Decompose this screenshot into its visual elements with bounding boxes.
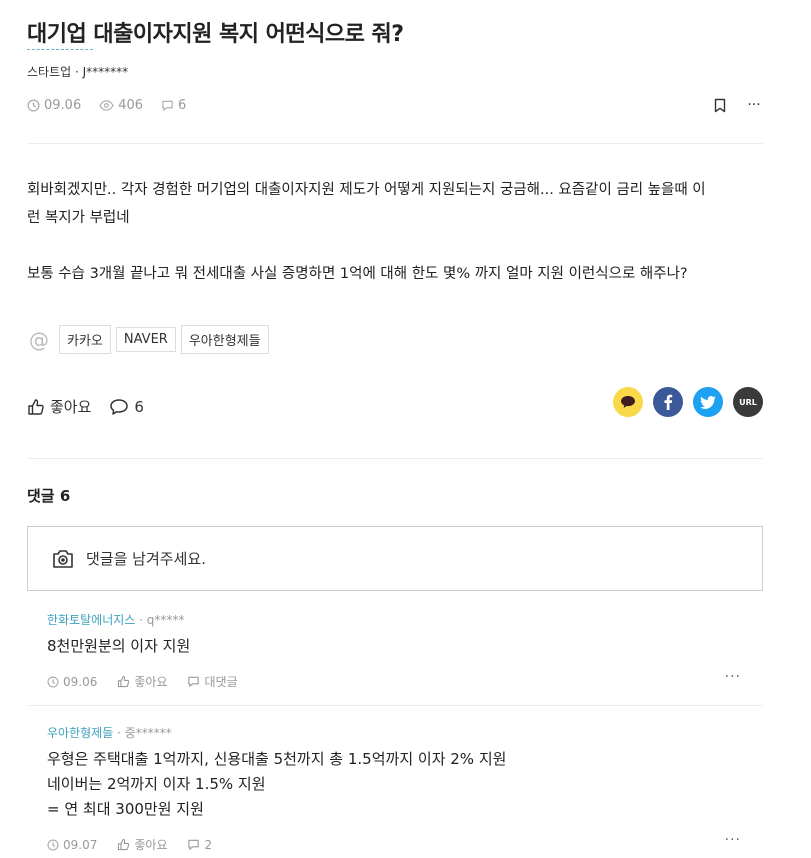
divider (27, 143, 763, 144)
comment-like-button[interactable]: 좋아요 (117, 673, 167, 690)
twitter-share-button[interactable] (693, 387, 723, 417)
post-date: 09.06 (27, 98, 81, 113)
comment-date: 09.06 (47, 675, 97, 689)
post-body-line: 회바회겠지만.. 각자 경험한 머기업의 대출이자지원 제도가 어떻게 지원되는… (27, 182, 706, 198)
clock-icon (47, 675, 59, 688)
facebook-share-button[interactable] (653, 387, 683, 417)
divider (27, 458, 763, 459)
comment-meta: 09.06 좋아요 대댓글 (47, 673, 763, 690)
comment-author[interactable]: 한화토탈에너지스 · q***** (47, 611, 763, 628)
like-button[interactable]: 좋아요 (27, 396, 91, 417)
comments-title: 댓글 6 (27, 487, 71, 505)
post-actions: 좋아요 6 (27, 396, 162, 417)
post-title: 대기업 대출이자지원 복지 어떤식으로 줘? (27, 22, 404, 47)
at-icon: @ (29, 327, 49, 352)
title-underline (27, 49, 93, 50)
url-label: URL (739, 397, 757, 407)
more-options-icon[interactable]: ··· (745, 96, 763, 114)
reply-button[interactable]: 2 (187, 838, 212, 852)
kakao-share-button[interactable] (613, 387, 643, 417)
post-author[interactable]: 스타트업 · J******* (27, 63, 128, 80)
comment-button[interactable]: 6 (109, 398, 144, 416)
reply-button[interactable]: 대댓글 (187, 673, 238, 690)
company-tag[interactable]: 우아한형제들 (180, 325, 269, 354)
comment-text: 우형은 주택대출 1억까지, 신용대출 5천까지 총 1.5억까지 이자 2% … (47, 750, 507, 818)
thumbs-up-icon (118, 838, 130, 851)
comment-like-button[interactable]: 좋아요 (117, 836, 167, 853)
post-body-line: 보통 수습 3개월 끝나고 뭐 전세대출 사실 증명하면 1억에 대해 한도 몇… (27, 266, 688, 282)
post-views: 406 (99, 98, 143, 113)
kakaotalk-icon (621, 396, 635, 408)
company-tags: @ 카카오 NAVER 우아한형제들 (27, 325, 274, 354)
comment-text: 8천만원분의 이자 지원 (47, 637, 191, 655)
comment-item: 우아한형제들 · 중****** 우형은 주택대출 1억까지, 신용대출 5천까… (47, 724, 763, 853)
comment-author[interactable]: 우아한형제들 · 중****** (47, 724, 763, 741)
facebook-icon (664, 394, 673, 410)
comment-more-icon[interactable]: ··· (725, 832, 741, 848)
comment-icon (188, 839, 200, 850)
comment-date: 09.07 (47, 838, 97, 852)
post-body-line: 런 복지가 부럽네 (27, 210, 130, 226)
post-body: 회바회겠지만.. 각자 경험한 머기업의 대출이자지원 제도가 어떻게 지원되는… (27, 176, 763, 288)
speech-bubble-icon (110, 398, 129, 415)
clock-icon (27, 99, 40, 111)
post-meta-actions: ··· (695, 96, 763, 114)
comment-icon (188, 676, 200, 687)
post-meta: 09.06 406 6 (27, 96, 204, 114)
camera-icon (53, 549, 73, 568)
post-comment-count: 6 (161, 98, 186, 113)
eye-icon (99, 99, 114, 111)
company-tag[interactable]: 카카오 (59, 325, 111, 354)
comment-item: 한화토탈에너지스 · q***** 8천만원분의 이자 지원 09.06 좋아요… (47, 611, 763, 690)
url-share-button[interactable]: URL (733, 387, 763, 417)
comment-input-placeholder: 댓글을 남겨주세요. (86, 550, 206, 568)
bookmark-icon[interactable] (711, 96, 729, 114)
clock-icon (47, 838, 59, 851)
share-buttons: URL (603, 387, 763, 417)
thumbs-up-icon (118, 675, 130, 688)
divider (27, 705, 763, 706)
company-tag[interactable]: NAVER (115, 327, 176, 352)
twitter-icon (700, 395, 716, 409)
comment-input[interactable]: 댓글을 남겨주세요. (27, 526, 763, 591)
comment-icon (162, 100, 173, 111)
comment-more-icon[interactable]: ··· (725, 669, 741, 685)
comment-meta: 09.07 좋아요 2 (47, 836, 763, 853)
thumbs-up-icon (28, 398, 44, 415)
